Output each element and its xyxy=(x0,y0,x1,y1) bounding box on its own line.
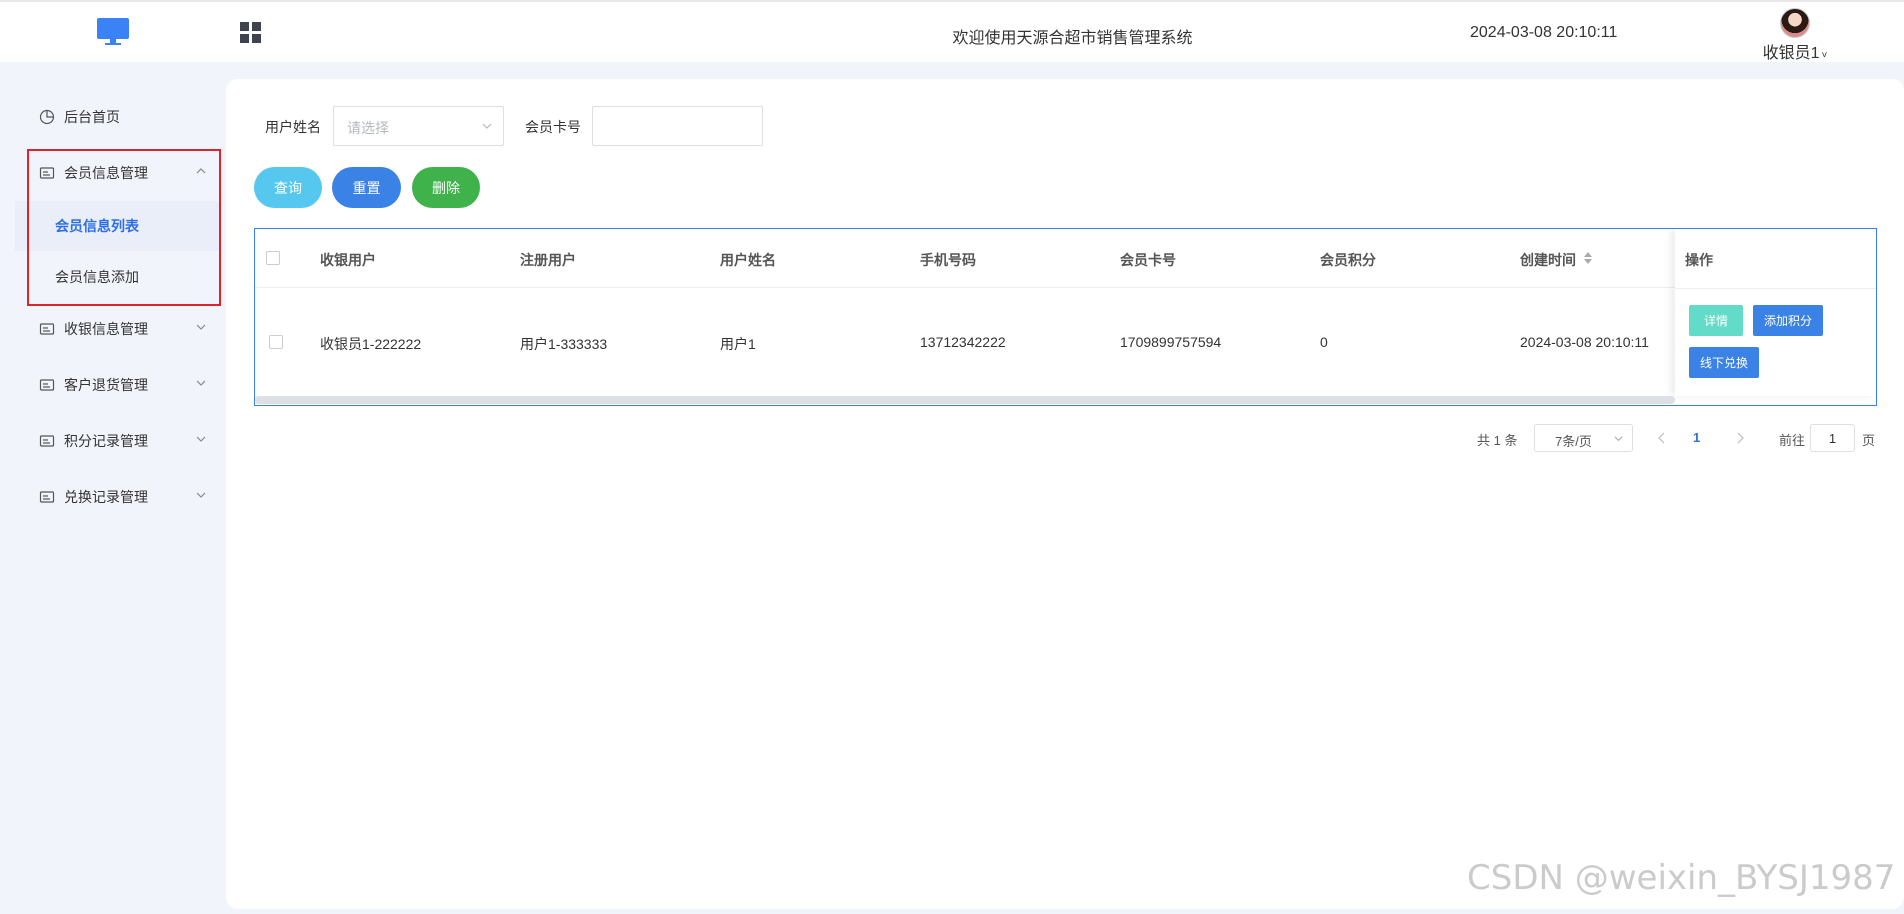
sidebar-item-label: 会员信息管理 xyxy=(64,165,148,181)
reset-button[interactable]: 重置 xyxy=(332,167,401,208)
add-points-button[interactable]: 添加积分 xyxy=(1753,305,1823,336)
sidebar-subitem-member-add[interactable]: 会员信息添加 xyxy=(15,252,220,302)
main-content-panel xyxy=(226,79,1904,909)
column-header-sortable[interactable]: 创建时间 xyxy=(1520,250,1576,270)
username-select[interactable]: 请选择 xyxy=(333,106,504,146)
cell-cashier: 收银员1-222222 xyxy=(320,336,422,352)
chevron-down-icon xyxy=(196,436,206,442)
chevron-down-icon xyxy=(196,380,206,386)
row-checkbox[interactable] xyxy=(269,335,283,349)
offline-redeem-button[interactable]: 线下兑换 xyxy=(1689,347,1759,378)
chevron-down-icon xyxy=(482,123,492,129)
sidebar-item-cashier-management[interactable]: 收银信息管理 xyxy=(15,309,220,349)
sidebar-item-returns-management[interactable]: 客户退货管理 xyxy=(15,365,220,405)
card-number-input[interactable] xyxy=(592,106,763,146)
horizontal-scrollbar[interactable] xyxy=(255,396,1675,404)
sidebar-item-label: 收银信息管理 xyxy=(64,321,148,337)
pagination-total: 共 1 条 xyxy=(1477,433,1518,448)
next-page-icon[interactable] xyxy=(1733,430,1747,446)
member-table: 收银用户 注册用户 用户姓名 手机号码 会员卡号 会员积分 创建时间 收银员1-… xyxy=(254,228,1877,406)
sort-icon[interactable] xyxy=(1584,252,1592,264)
chevron-down-icon[interactable]: ˅ xyxy=(1822,50,1828,61)
app-title: 欢迎使用天源合超市销售管理系统 xyxy=(952,30,1193,47)
top-header: 欢迎使用天源合超市销售管理系统 2024-03-08 20:10:11 收银员1… xyxy=(0,0,1904,62)
table-header-row: 收银用户 注册用户 用户姓名 手机号码 会员卡号 会员积分 创建时间 xyxy=(255,229,1876,288)
card-icon xyxy=(39,167,55,179)
goto-suffix: 页 xyxy=(1862,433,1876,448)
card-filter-label: 会员卡号 xyxy=(525,119,581,135)
column-header: 手机号码 xyxy=(920,252,976,268)
table-row: 收银员1-222222 用户1-333333 用户1 13712342222 1… xyxy=(255,288,1876,396)
sidebar-item-redeem-records[interactable]: 兑换记录管理 xyxy=(15,477,220,517)
sidebar-item-label: 积分记录管理 xyxy=(64,433,148,449)
cell-register-user: 用户1-333333 xyxy=(520,336,608,352)
page-size-value: 7条/页 xyxy=(1555,434,1592,449)
cell-phone: 13712342222 xyxy=(920,334,1006,350)
chevron-down-icon xyxy=(196,492,206,498)
query-button[interactable]: 查询 xyxy=(254,167,322,208)
goto-page-input[interactable] xyxy=(1810,424,1855,452)
sidebar-item-points-records[interactable]: 积分记录管理 xyxy=(15,421,220,461)
cell-points: 0 xyxy=(1320,334,1328,350)
sidebar-item-dashboard[interactable]: 后台首页 xyxy=(15,97,220,137)
card-icon xyxy=(39,323,55,335)
column-header: 注册用户 xyxy=(520,252,576,268)
sidebar-item-label: 后台首页 xyxy=(64,109,120,125)
username-filter-label: 用户姓名 xyxy=(265,119,321,135)
column-header: 会员积分 xyxy=(1320,252,1376,268)
current-datetime: 2024-03-08 20:10:11 xyxy=(1470,24,1618,41)
prev-page-icon[interactable] xyxy=(1655,430,1669,446)
detail-button[interactable]: 详情 xyxy=(1689,305,1743,336)
sidebar-item-label: 客户退货管理 xyxy=(64,377,148,393)
user-name[interactable]: 收银员1 xyxy=(1763,39,1820,63)
column-header: 操作 xyxy=(1685,252,1713,268)
avatar[interactable] xyxy=(1780,8,1810,38)
column-header: 会员卡号 xyxy=(1120,252,1176,268)
chevron-down-icon xyxy=(1614,436,1623,442)
apps-grid-icon[interactable] xyxy=(240,22,261,43)
sidebar-item-member-management[interactable]: 会员信息管理 xyxy=(15,153,220,193)
sidebar-subitem-member-list[interactable]: 会员信息列表 xyxy=(15,201,220,251)
cell-name: 用户1 xyxy=(720,336,756,352)
sidebar-item-label: 兑换记录管理 xyxy=(64,489,148,505)
username-select-placeholder: 请选择 xyxy=(347,120,389,136)
user-menu[interactable]: 收银员1 ˅ xyxy=(1755,8,1835,63)
card-icon xyxy=(39,435,55,447)
operations-column: 操作 详情 添加积分 线下兑换 xyxy=(1675,229,1876,396)
chevron-up-icon xyxy=(196,168,206,174)
pie-chart-icon xyxy=(39,109,55,125)
cell-card: 1709899757594 xyxy=(1120,334,1222,350)
select-all-checkbox[interactable] xyxy=(266,251,280,265)
goto-prefix: 前往 xyxy=(1779,433,1806,448)
page-size-select[interactable]: 7条/页 xyxy=(1534,424,1633,452)
cell-created: 2024-03-08 20:10:11 xyxy=(1520,334,1649,350)
card-icon xyxy=(39,379,55,391)
monitor-logo-icon xyxy=(97,18,129,45)
delete-button[interactable]: 删除 xyxy=(412,167,480,208)
card-icon xyxy=(39,491,55,503)
page-number[interactable]: 1 xyxy=(1693,430,1700,445)
watermark: CSDN @weixin_BYSJ1987 xyxy=(1467,858,1896,898)
column-header: 收银用户 xyxy=(320,252,376,268)
column-header: 用户姓名 xyxy=(720,252,776,268)
chevron-down-icon xyxy=(196,324,206,330)
